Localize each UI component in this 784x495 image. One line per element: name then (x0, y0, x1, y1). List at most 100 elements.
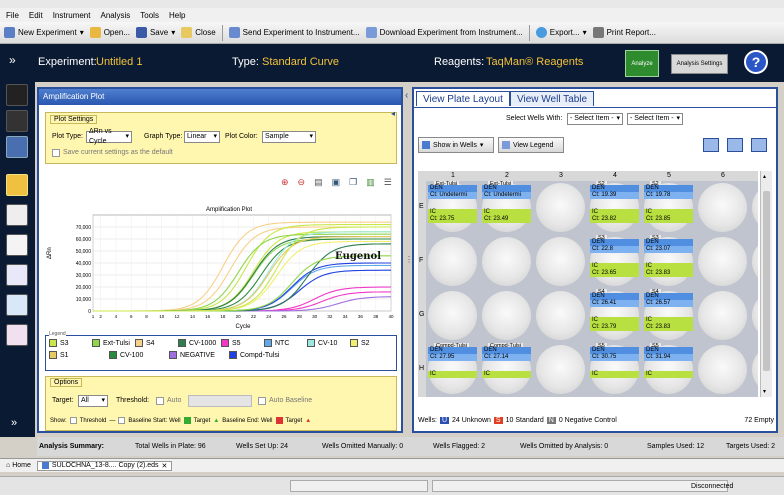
plate-column-header[interactable]: 4 (613, 172, 617, 179)
plate-column-header[interactable]: 1 (451, 172, 455, 179)
plate-well[interactable] (750, 235, 758, 288)
auto-threshold-checkbox[interactable] (156, 397, 164, 405)
plate-column-header[interactable]: 3 (559, 172, 563, 179)
plate-well[interactable]: Compd-Tulsi DEN Ct: 27.95 IC (426, 343, 480, 396)
expand-nav-icon[interactable]: » (11, 417, 17, 429)
close-tab-icon[interactable]: ✕ (162, 462, 168, 470)
menu-analysis[interactable]: Analysis (100, 11, 130, 20)
threshold-input[interactable] (188, 395, 252, 407)
download-experiment-button[interactable]: Download Experiment from Instrument... (365, 27, 523, 38)
menu-edit[interactable]: Edit (29, 11, 43, 20)
save-image-icon[interactable]: ▣ (332, 177, 341, 188)
menu-file[interactable]: File (6, 11, 19, 20)
scrollbar-thumb[interactable] (763, 191, 770, 371)
show-baseline-start-checkbox[interactable] (118, 417, 126, 424)
auto-baseline-checkbox[interactable] (258, 397, 266, 405)
help-button[interactable]: ? (744, 50, 768, 74)
plate-well[interactable] (696, 343, 750, 396)
plate-well[interactable]: S2 DEN Ct: 19.39 IC Ct: 23.82 (588, 181, 642, 234)
new-experiment-button[interactable]: New Experiment ▾ (4, 27, 84, 38)
zoom-in-icon[interactable]: ⊕ (281, 177, 289, 188)
scroll-down-icon[interactable]: ▾ (763, 388, 766, 395)
scroll-up-icon[interactable]: ▴ (763, 173, 766, 180)
graph-type-select[interactable]: Linear ▾ (184, 131, 220, 143)
plate-row-header[interactable]: F (419, 257, 423, 264)
plate-well[interactable] (426, 235, 480, 288)
plate-well[interactable]: Compd-Tulsi DEN Ct: 27.14 IC (480, 343, 534, 396)
print-report-button[interactable]: Print Report... (592, 27, 656, 38)
zoom-out-icon[interactable]: ⊖ (298, 177, 306, 188)
select-item-1[interactable]: - Select Item - ▾ (567, 113, 623, 125)
chart-settings-icon[interactable]: ▥ (366, 177, 375, 188)
print-icon[interactable]: ▤ (314, 177, 323, 188)
select-item-2[interactable]: - Select Item - ▾ (627, 113, 683, 125)
plate-well[interactable]: S3 DEN Ct: 23.07 IC Ct: 23.83 (642, 235, 696, 288)
plate-well[interactable] (696, 289, 750, 342)
plate-well[interactable]: Ext-Tulsi DEN Ct: Undetermi IC Ct: 23.75 (426, 181, 480, 234)
plate-well[interactable] (696, 235, 750, 288)
plate-well[interactable] (480, 235, 534, 288)
standard-curve-icon[interactable] (6, 204, 28, 226)
setup-icon[interactable] (6, 84, 28, 106)
plate-well[interactable]: S4 DEN Ct: 26.57 IC Ct: 23.83 (642, 289, 696, 342)
menu-instrument[interactable]: Instrument (53, 11, 91, 20)
menu-tools[interactable]: Tools (140, 11, 159, 20)
plate-well[interactable] (750, 343, 758, 396)
plate-well[interactable]: S3 DEN Ct: 22.8 IC Ct: 23.65 (588, 235, 642, 288)
open-button[interactable]: Open... (89, 27, 130, 38)
zoom-plate-icon[interactable] (727, 138, 743, 152)
pane-left-arrow-icon[interactable]: ‹ (405, 90, 408, 101)
plate-well[interactable]: S5 DEN Ct: 30.75 IC (588, 343, 642, 396)
run-icon[interactable] (6, 110, 28, 132)
collapse-panel-icon[interactable]: ◂ (391, 109, 395, 118)
plate-well[interactable] (534, 181, 588, 234)
save-default-checkbox[interactable] (52, 149, 60, 157)
plate-well[interactable] (534, 289, 588, 342)
tab-view-plate-layout[interactable]: View Plate Layout (416, 91, 510, 106)
analysis-settings-button[interactable]: Analysis Settings (671, 54, 728, 74)
analysis-icon[interactable] (6, 136, 28, 158)
view-legend-button[interactable]: View Legend (498, 137, 564, 153)
multiple-plots-icon[interactable] (6, 324, 28, 346)
plate-row-header[interactable]: G (419, 311, 424, 318)
plate-well[interactable] (534, 343, 588, 396)
plate-column-header[interactable]: 5 (667, 172, 671, 179)
close-button[interactable]: Close (181, 27, 216, 38)
plate-well[interactable]: S4 DEN Ct: 26.41 IC Ct: 23.79 (588, 289, 642, 342)
target-select[interactable]: All ▾ (78, 395, 108, 407)
plate-well[interactable] (480, 289, 534, 342)
plate-well[interactable]: S2 DEN Ct: 19.78 IC Ct: 23.85 (642, 181, 696, 234)
show-threshold-checkbox[interactable] (69, 417, 77, 424)
plate-well[interactable]: Ext-Tulsi DEN Ct: Undetermi IC Ct: 23.49 (480, 181, 534, 234)
plate-row-header[interactable]: E (419, 203, 424, 210)
show-in-wells-button[interactable]: Show in Wells ▾ (418, 137, 494, 153)
amplification-plot-icon[interactable] (6, 174, 28, 196)
tab-view-well-table[interactable]: View Well Table (510, 91, 595, 106)
plate-row-header[interactable]: H (419, 365, 424, 372)
file-tab[interactable]: SULOCHNA_13-8.... Copy (2).eds ✕ (36, 460, 173, 471)
list-icon[interactable]: ☰ (384, 177, 392, 188)
plate-well[interactable] (426, 289, 480, 342)
plate-well[interactable] (534, 235, 588, 288)
copy-icon[interactable]: ❐ (349, 177, 357, 188)
plate-column-header[interactable]: 6 (721, 172, 725, 179)
plot-type-select[interactable]: ΔRn vs Cycle ▾ (86, 128, 132, 145)
plate-well[interactable] (750, 289, 758, 342)
plate-well[interactable]: S5 DEN Ct: 31.94 IC (642, 343, 696, 396)
plate-scrollbar[interactable]: ▴ ▾ (760, 171, 772, 397)
raw-data-icon[interactable] (6, 264, 28, 286)
menu-help[interactable]: Help (169, 11, 185, 20)
collapse-nav-icon[interactable]: » (9, 53, 16, 67)
home-tab[interactable]: ⌂ Home (6, 462, 31, 469)
pan-plate-icon[interactable] (751, 138, 767, 152)
qc-summary-icon[interactable] (6, 294, 28, 316)
multicomponent-icon[interactable] (6, 234, 28, 256)
save-button[interactable]: Save ▾ (135, 27, 175, 38)
export-button[interactable]: Export... ▾ (535, 27, 587, 38)
plate-well[interactable] (696, 181, 750, 234)
send-experiment-button[interactable]: Send Experiment to Instrument... (228, 27, 360, 38)
plate-column-header[interactable]: 2 (505, 172, 509, 179)
plot-color-select[interactable]: Sample ▾ (262, 131, 316, 143)
plate-well[interactable] (750, 181, 758, 234)
analyze-button[interactable]: Analyze (625, 50, 659, 77)
